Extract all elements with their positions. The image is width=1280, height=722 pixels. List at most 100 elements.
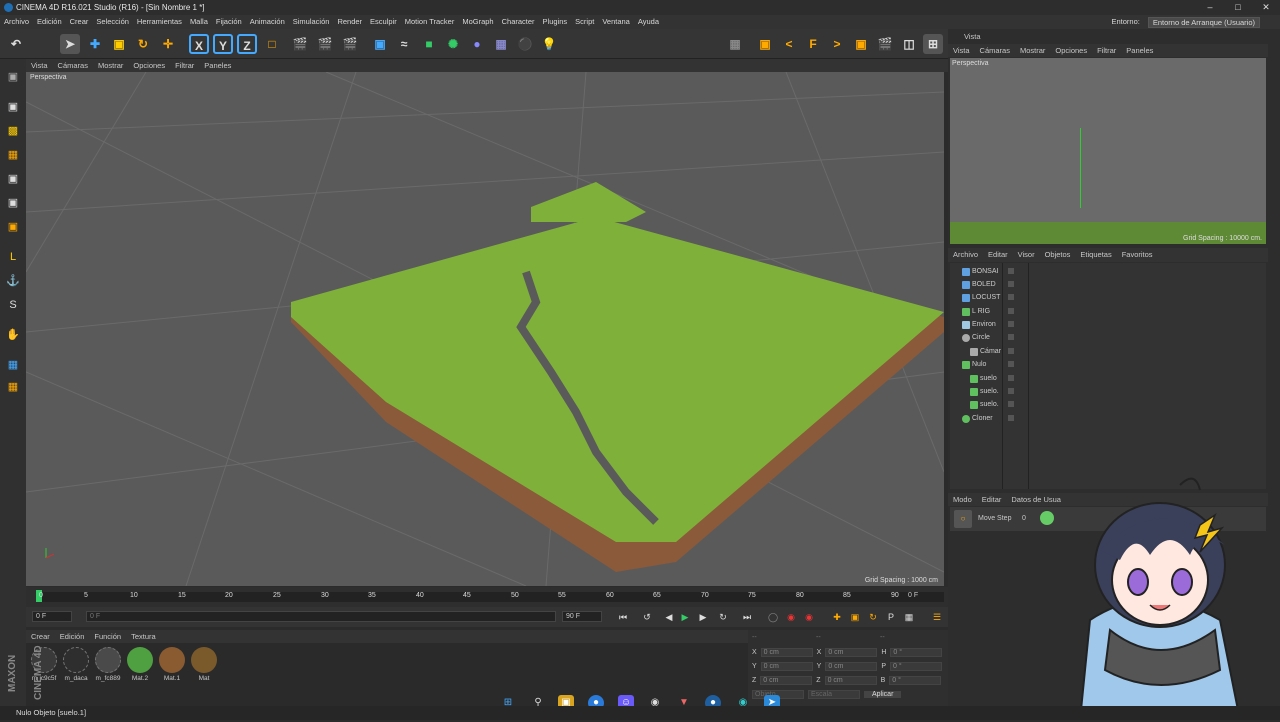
spline-pen-icon[interactable]: ≈ (394, 34, 414, 54)
visibility-toggle[interactable] (1008, 281, 1014, 287)
menu-script[interactable]: Script (571, 15, 598, 29)
menu-motion-tracker[interactable]: Motion Tracker (401, 15, 459, 29)
obj-menu-archivo[interactable]: Archivo (948, 248, 983, 262)
size-y-field[interactable]: 0 cm (825, 662, 878, 671)
position-x-field[interactable]: 0 cm (760, 648, 813, 657)
material-swatch[interactable]: Mat.2 (126, 647, 154, 687)
rotation-h-field[interactable]: 0 ° (890, 648, 943, 657)
object-row[interactable]: BONSAI (950, 265, 1266, 278)
start-frame-field[interactable]: 0 F (32, 611, 72, 622)
menu-character[interactable]: Character (498, 15, 539, 29)
prev-keyframe-icon[interactable]: < (779, 34, 799, 54)
mat-menu-crear[interactable]: Crear (26, 630, 55, 643)
mat-menu-funcion[interactable]: Función (89, 630, 126, 643)
material-swatch[interactable]: m_fc889 (94, 647, 122, 687)
prev-key-icon[interactable]: ↺ (640, 610, 654, 624)
record-keys-icon[interactable]: ◉ (784, 610, 798, 624)
vp-menu-paneles[interactable]: Paneles (199, 59, 236, 72)
z-axis-icon[interactable]: Z (237, 34, 257, 54)
obj-menu-objetos[interactable]: Objetos (1040, 248, 1076, 262)
end-frame-field[interactable]: 90 F (562, 611, 602, 622)
move-tool-icon[interactable]: ✚ (85, 34, 105, 54)
menu-animacion[interactable]: Animación (246, 15, 289, 29)
lock-workplane-icon[interactable]: ▦ (3, 355, 23, 375)
object-row[interactable]: Nulo (950, 358, 1266, 371)
secondary-viewport[interactable]: Perspectiva Grid Spacing : 10000 cm. (950, 58, 1266, 244)
next-key-icon[interactable]: ↻ (716, 610, 730, 624)
current-frame-field[interactable]: 0 F (906, 592, 944, 602)
object-row[interactable]: BOLED (950, 278, 1266, 291)
subdivision-icon[interactable]: ■ (419, 34, 439, 54)
move-step-icon[interactable]: ○ (954, 510, 972, 528)
texture-mode-icon[interactable]: ▩ (3, 121, 23, 141)
grid-icon[interactable]: ▦ (725, 34, 745, 54)
prev-frame-icon[interactable]: ◀ (662, 610, 676, 624)
object-row[interactable]: LOCUST (950, 291, 1266, 304)
key-rotation-icon[interactable]: ↻ (866, 610, 880, 624)
maximize-icon[interactable]: □ (1224, 0, 1252, 15)
menu-mograph[interactable]: MoGraph (458, 15, 497, 29)
solo-icon[interactable]: ▦ (3, 377, 23, 397)
go-to-start-icon[interactable]: ⏮ (616, 610, 630, 624)
menu-simulacion[interactable]: Simulación (289, 15, 334, 29)
render-view-icon[interactable]: 🎬 (290, 34, 310, 54)
camera-icon[interactable]: ⚫ (515, 34, 535, 54)
select-arrow-icon[interactable]: ➤ (60, 34, 80, 54)
mat-menu-textura[interactable]: Textura (126, 630, 161, 643)
undo-icon[interactable]: ↶ (6, 34, 26, 54)
close-icon[interactable]: ✕ (1252, 0, 1280, 15)
attr-menu-editar[interactable]: Editar (977, 493, 1007, 506)
entorno-dropdown[interactable]: Entorno de Arranque (Usuario) (1147, 16, 1260, 28)
model-mode-icon[interactable]: ▣ (3, 97, 23, 117)
preview-range-slider[interactable]: 0 F (86, 611, 556, 622)
make-editable-icon[interactable]: ▣ (3, 67, 23, 87)
object-row[interactable]: suelo. (950, 398, 1266, 411)
menu-archivo[interactable]: Archivo (0, 15, 33, 29)
snapping-icon[interactable]: S (3, 295, 23, 315)
vista-menu-vista[interactable]: Vista (948, 44, 975, 57)
menu-esculpir[interactable]: Esculpir (366, 15, 401, 29)
timeline-track[interactable]: 0 5 10 15 20 25 30 35 40 45 50 55 60 65 70 75 80 85 90 (36, 590, 906, 602)
cloner-icon[interactable]: ✺ (443, 34, 463, 54)
visibility-toggle[interactable] (1008, 321, 1014, 327)
obj-menu-visor[interactable]: Visor (1013, 248, 1040, 262)
timeline-ruler[interactable]: 0 5 10 15 20 25 30 35 40 45 50 55 60 65 70 75 80 85 90 0 F (26, 587, 948, 607)
menu-malla[interactable]: Malla (186, 15, 212, 29)
visibility-toggle[interactable] (1008, 415, 1014, 421)
object-row[interactable]: suelo. (950, 385, 1266, 398)
key-scale-icon[interactable]: ▣ (848, 610, 862, 624)
position-y-field[interactable]: 0 cm (760, 662, 813, 671)
cube-mode-icon[interactable]: ▣ (851, 34, 871, 54)
apply-button[interactable]: Aplicar (864, 691, 902, 698)
menu-fijacion[interactable]: Fijación (212, 15, 246, 29)
key-position-icon[interactable]: ✚ (830, 610, 844, 624)
object-row[interactable]: Cámar (950, 345, 1266, 358)
menu-plugins[interactable]: Plugins (539, 15, 572, 29)
rotation-p-field[interactable]: 0 ° (890, 662, 943, 671)
single-view-icon[interactable]: ◫ (899, 34, 919, 54)
object-row[interactable]: Cloner (950, 412, 1266, 425)
autokey-icon[interactable]: ◉ (802, 610, 816, 624)
obj-menu-etiquetas[interactable]: Etiquetas (1075, 248, 1116, 262)
light-icon[interactable]: 💡 (539, 34, 559, 54)
vista-menu-paneles[interactable]: Paneles (1121, 44, 1158, 57)
visibility-toggle[interactable] (1008, 348, 1014, 354)
menu-render[interactable]: Render (333, 15, 366, 29)
material-swatch[interactable]: m_daca (62, 647, 90, 687)
vista-menu-camaras[interactable]: Cámaras (975, 44, 1015, 57)
obj-menu-editar[interactable]: Editar (983, 248, 1013, 262)
live-select-icon[interactable]: ✛ (158, 34, 178, 54)
object-row[interactable]: Circle (950, 331, 1266, 344)
next-keyframe-icon[interactable]: > (827, 34, 847, 54)
go-to-end-icon[interactable]: ⏭ (740, 610, 754, 624)
visibility-toggle[interactable] (1008, 268, 1014, 274)
perspective-viewport[interactable]: Perspectiva Grid Spacing : 1000 cm (26, 72, 944, 586)
key-param-icon[interactable]: P (884, 610, 898, 624)
vp-menu-filtrar[interactable]: Filtrar (170, 59, 199, 72)
visibility-toggle[interactable] (1008, 334, 1014, 340)
vp-menu-vista[interactable]: Vista (26, 59, 53, 72)
frame-icon[interactable]: F (803, 34, 823, 54)
x-axis-icon[interactable]: X (189, 34, 209, 54)
visibility-toggle[interactable] (1008, 401, 1014, 407)
next-frame-icon[interactable]: ▶ (696, 610, 710, 624)
